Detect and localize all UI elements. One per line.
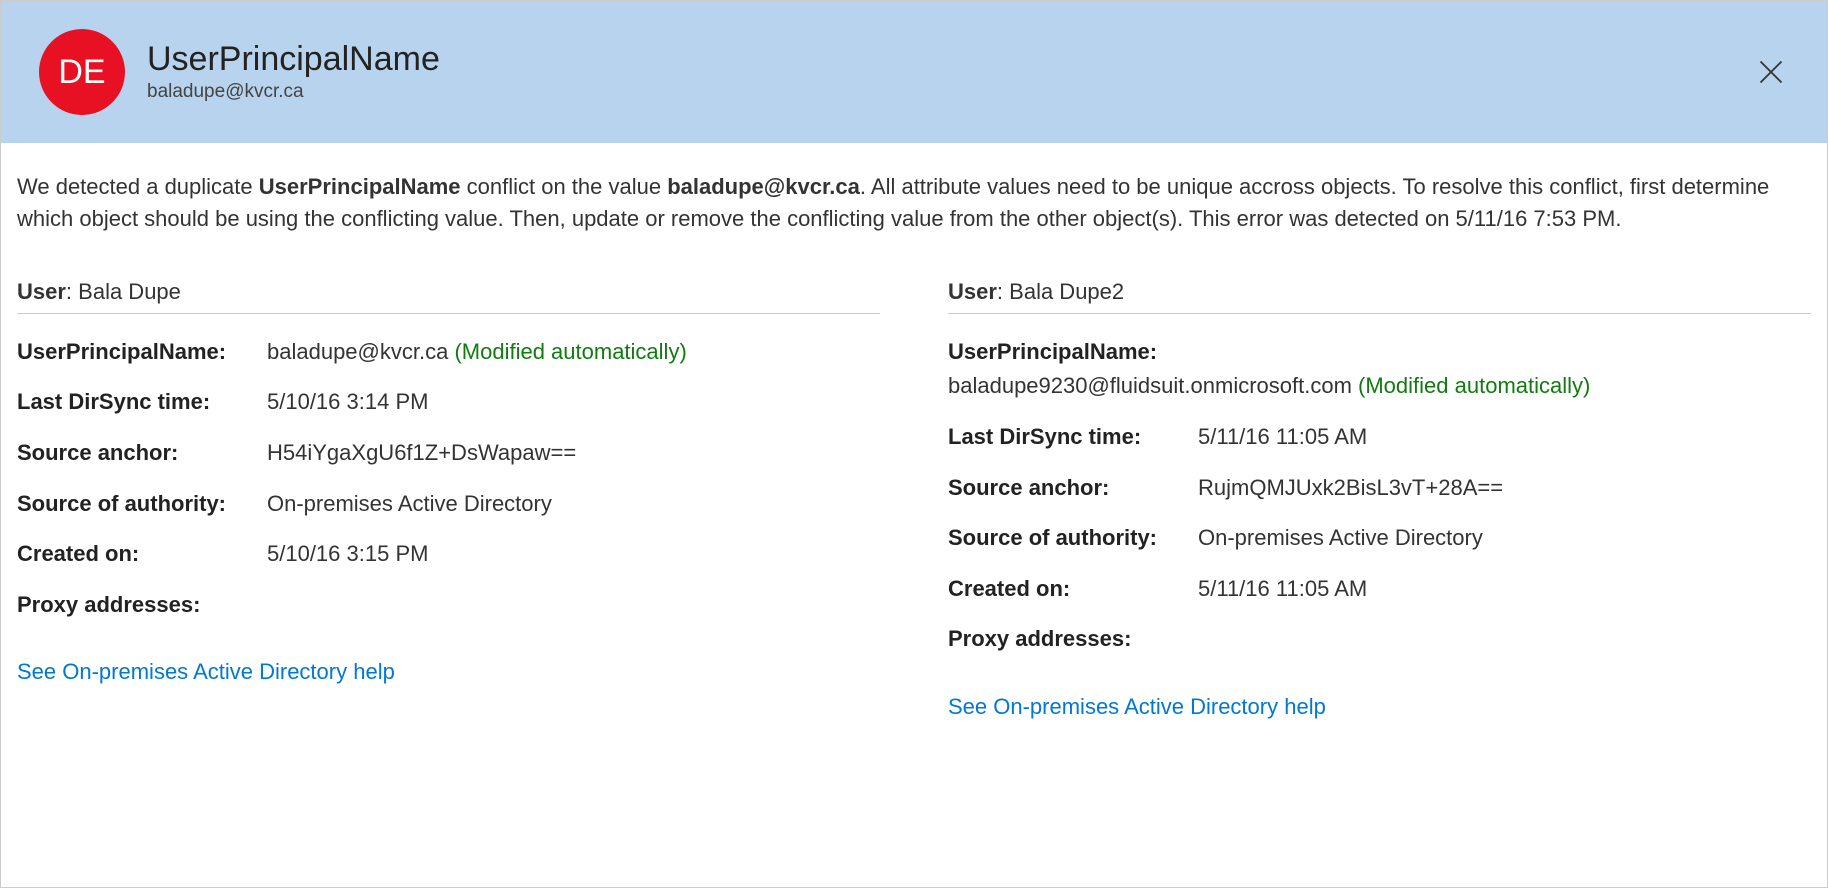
user-label: User	[948, 279, 997, 304]
header-title: UserPrincipalName	[147, 41, 440, 78]
attr-row-dirsync: Last DirSync time: 5/10/16 3:14 PM	[17, 388, 880, 417]
user-heading: User: Bala Dupe	[17, 279, 880, 314]
attr-label: Last DirSync time:	[948, 423, 1198, 452]
header-subtitle: baladupe@kvcr.ca	[147, 81, 440, 103]
attr-row-proxy: Proxy addresses:	[948, 625, 1811, 654]
user-name: Bala Dupe2	[1009, 279, 1124, 304]
upn-value: baladupe@kvcr.ca	[267, 339, 448, 364]
attr-label: Source of authority:	[948, 524, 1198, 553]
attr-value: On-premises Active Directory	[267, 490, 552, 519]
upn-value: baladupe9230@fluidsuit.onmicrosoft.com	[948, 373, 1352, 398]
attr-value: 5/11/16 11:05 AM	[1198, 423, 1367, 452]
attr-value: 5/10/16 3:15 PM	[267, 540, 428, 569]
message-bold-value: baladupe@kvcr.ca	[667, 174, 860, 199]
close-button[interactable]	[1751, 52, 1791, 92]
attr-row-upn: UserPrincipalName: baladupe9230@fluidsui…	[948, 338, 1811, 401]
attr-row-anchor: Source anchor: RujmQMJUxk2BisL3vT+28A==	[948, 474, 1811, 503]
user-heading: User: Bala Dupe2	[948, 279, 1811, 314]
avatar-initials: DE	[58, 53, 105, 92]
user-label: User	[17, 279, 66, 304]
dialog-header: DE UserPrincipalName baladupe@kvcr.ca	[1, 1, 1827, 143]
message-bold-attribute: UserPrincipalName	[259, 174, 461, 199]
attr-value: 5/10/16 3:14 PM	[267, 388, 428, 417]
help-link[interactable]: See On-premises Active Directory help	[17, 659, 395, 685]
attr-row-upn: UserPrincipalName: baladupe@kvcr.ca (Mod…	[17, 338, 880, 367]
attr-value: baladupe@kvcr.ca (Modified automatically…	[267, 338, 687, 367]
attr-label: Proxy addresses:	[17, 591, 267, 620]
attr-label: UserPrincipalName:	[948, 338, 1811, 367]
modified-badge: (Modified automatically)	[1358, 373, 1590, 398]
attr-row-authority: Source of authority: On-premises Active …	[17, 490, 880, 519]
attr-label: Source of authority:	[17, 490, 267, 519]
user-column-left: User: Bala Dupe UserPrincipalName: balad…	[17, 279, 880, 720]
attr-label: Created on:	[948, 575, 1198, 604]
message-part: We detected a duplicate	[17, 174, 259, 199]
attr-value: On-premises Active Directory	[1198, 524, 1483, 553]
attr-label: Proxy addresses:	[948, 625, 1198, 654]
attr-row-authority: Source of authority: On-premises Active …	[948, 524, 1811, 553]
user-name: Bala Dupe	[78, 279, 181, 304]
attr-row-dirsync: Last DirSync time: 5/11/16 11:05 AM	[948, 423, 1811, 452]
close-icon	[1757, 58, 1785, 86]
attr-row-proxy: Proxy addresses:	[17, 591, 880, 620]
attr-label: Source anchor:	[948, 474, 1198, 503]
attr-label: Last DirSync time:	[17, 388, 267, 417]
conflict-message: We detected a duplicate UserPrincipalNam…	[17, 171, 1811, 235]
message-part: conflict on the value	[461, 174, 668, 199]
attr-value: H54iYgaXgU6f1Z+DsWapaw==	[267, 439, 576, 468]
attr-value: RujmQMJUxk2BisL3vT+28A==	[1198, 474, 1503, 503]
header-text: UserPrincipalName baladupe@kvcr.ca	[147, 41, 440, 102]
user-column-right: User: Bala Dupe2 UserPrincipalName: bala…	[948, 279, 1811, 720]
attr-label: Source anchor:	[17, 439, 267, 468]
attr-row-created: Created on: 5/10/16 3:15 PM	[17, 540, 880, 569]
attr-value: 5/11/16 11:05 AM	[1198, 575, 1367, 604]
help-link[interactable]: See On-premises Active Directory help	[948, 694, 1326, 720]
attr-row-created: Created on: 5/11/16 11:05 AM	[948, 575, 1811, 604]
user-columns: User: Bala Dupe UserPrincipalName: balad…	[17, 279, 1811, 720]
attr-label: UserPrincipalName:	[17, 338, 267, 367]
attr-row-anchor: Source anchor: H54iYgaXgU6f1Z+DsWapaw==	[17, 439, 880, 468]
modified-badge: (Modified automatically)	[454, 339, 686, 364]
dialog-body: We detected a duplicate UserPrincipalNam…	[1, 143, 1827, 736]
attr-label: Created on:	[17, 540, 267, 569]
attr-value: baladupe9230@fluidsuit.onmicrosoft.com (…	[948, 372, 1811, 401]
error-dialog: DE UserPrincipalName baladupe@kvcr.ca We…	[0, 0, 1828, 888]
avatar: DE	[39, 29, 125, 115]
